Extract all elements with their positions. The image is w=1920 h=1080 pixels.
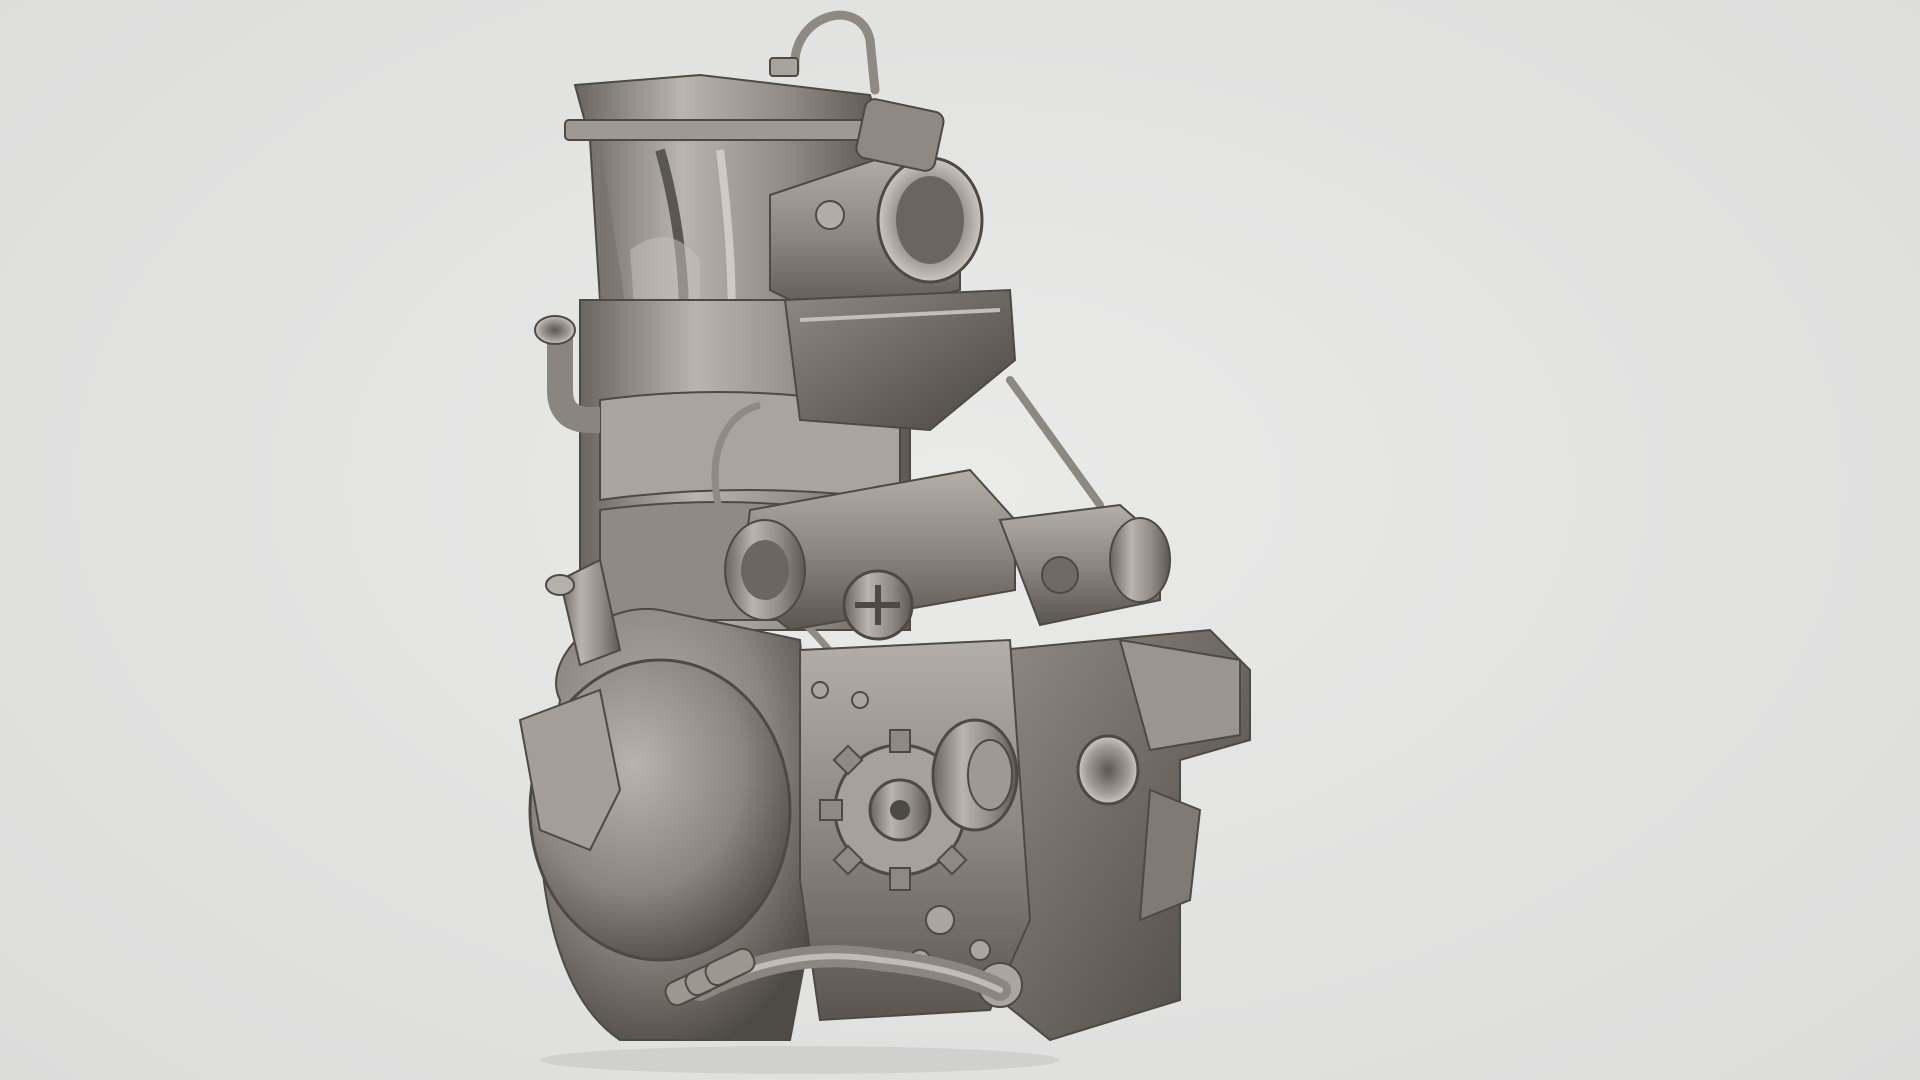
engine-model[interactable]: [0, 0, 1920, 1080]
output-shaft-nut: [931, 718, 1019, 832]
viewer-canvas[interactable]: [0, 0, 1920, 1080]
valve-wheel: [842, 569, 914, 641]
clutch-cover: [518, 607, 822, 1041]
transmission-housing: [999, 628, 1251, 1042]
generator-cylinder: [998, 503, 1171, 627]
breather-pipe: [790, 10, 880, 95]
support-rod: [1006, 376, 1104, 509]
air-box: [783, 288, 1017, 432]
